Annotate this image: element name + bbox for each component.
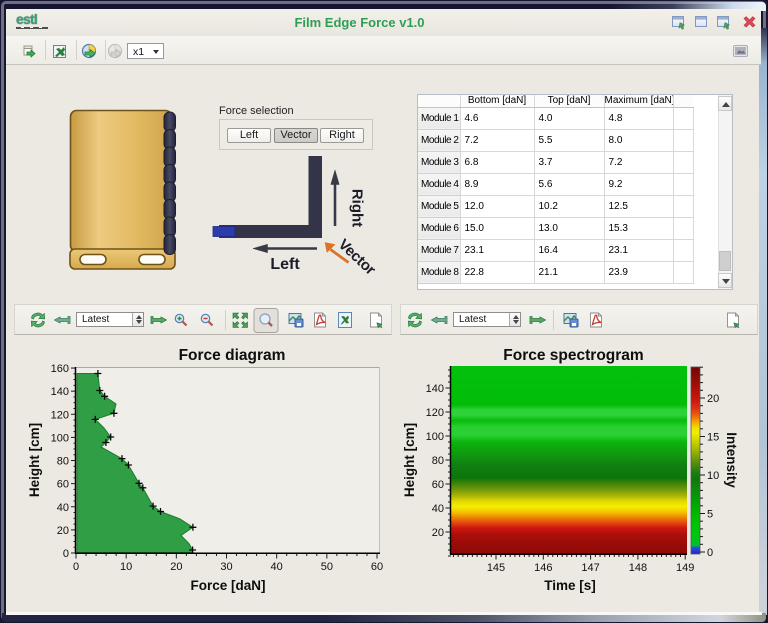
svg-text:Intensity: Intensity xyxy=(724,432,739,488)
svg-text:145: 145 xyxy=(487,562,505,574)
svg-text:40: 40 xyxy=(432,503,444,515)
svg-text:120: 120 xyxy=(426,407,444,419)
svg-text:20: 20 xyxy=(707,393,719,405)
svg-text:Height [cm]: Height [cm] xyxy=(402,423,417,497)
svg-text:160: 160 xyxy=(51,363,69,375)
svg-text:100: 100 xyxy=(51,432,69,444)
svg-text:15: 15 xyxy=(707,432,719,444)
svg-text:0: 0 xyxy=(707,547,713,559)
svg-text:147: 147 xyxy=(581,562,599,574)
svg-text:5: 5 xyxy=(707,509,713,521)
svg-text:Time [s]: Time [s] xyxy=(544,578,596,593)
svg-text:40: 40 xyxy=(57,502,69,514)
svg-text:20: 20 xyxy=(432,527,444,539)
svg-text:30: 30 xyxy=(220,561,232,573)
svg-text:100: 100 xyxy=(426,431,444,443)
svg-text:Force diagram: Force diagram xyxy=(179,347,286,364)
svg-text:148: 148 xyxy=(629,562,647,574)
svg-text:40: 40 xyxy=(271,561,283,573)
svg-text:80: 80 xyxy=(57,456,69,468)
svg-text:Force spectrogram: Force spectrogram xyxy=(503,347,643,364)
svg-text:60: 60 xyxy=(371,561,383,573)
svg-text:0: 0 xyxy=(63,548,69,560)
svg-text:20: 20 xyxy=(57,525,69,537)
svg-text:20: 20 xyxy=(170,561,182,573)
svg-text:60: 60 xyxy=(432,479,444,491)
svg-text:50: 50 xyxy=(321,561,333,573)
svg-text:Right: Right xyxy=(349,189,366,227)
svg-text:0: 0 xyxy=(73,561,79,573)
svg-text:140: 140 xyxy=(51,386,69,398)
svg-text:80: 80 xyxy=(432,455,444,467)
svg-text:Force [daN]: Force [daN] xyxy=(190,578,265,593)
svg-text:10: 10 xyxy=(707,470,719,482)
svg-text:Height [cm]: Height [cm] xyxy=(27,423,42,497)
svg-text:120: 120 xyxy=(51,409,69,421)
svg-text:60: 60 xyxy=(57,479,69,491)
svg-text:146: 146 xyxy=(534,562,552,574)
svg-text:Left: Left xyxy=(270,256,300,273)
svg-text:149: 149 xyxy=(676,562,694,574)
svg-text:140: 140 xyxy=(426,383,444,395)
svg-text:10: 10 xyxy=(120,561,132,573)
